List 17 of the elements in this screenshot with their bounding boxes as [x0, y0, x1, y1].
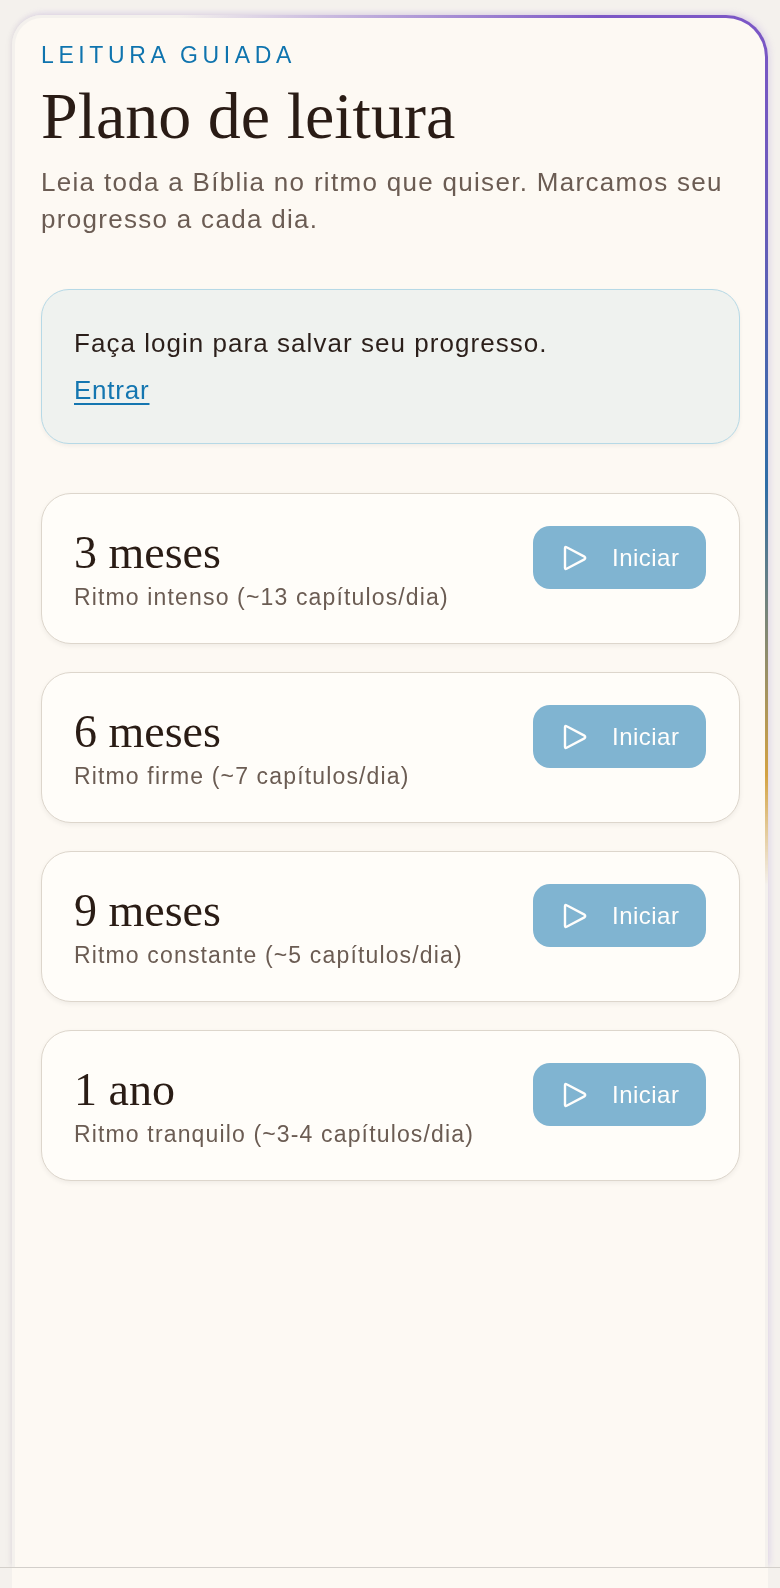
page-title: Plano de leitura	[41, 80, 456, 152]
plan-title: 3 meses	[74, 527, 221, 579]
play-icon	[562, 1081, 587, 1108]
plan-description: Ritmo constante (~5 capítulos/dia)	[74, 941, 463, 970]
page-subtitle: Leia toda a Bíblia no ritmo que quiser. Marcamos seu progresso a cada dia.	[41, 166, 724, 236]
plan-title: 1 ano	[74, 1064, 175, 1116]
section-eyebrow: LEITURA GUIADA	[41, 41, 296, 69]
play-icon	[562, 902, 587, 929]
play-icon	[562, 723, 587, 750]
play-icon	[562, 544, 587, 571]
login-message: Faça login para salvar seu progresso.	[74, 328, 548, 358]
plan-title: 9 meses	[74, 885, 221, 937]
plan-description: Ritmo intenso (~13 capítulos/dia)	[74, 583, 449, 612]
plan-title: 6 meses	[74, 706, 221, 758]
login-link[interactable]: Entrar	[74, 375, 150, 405]
plan-description: Ritmo tranquilo (~3-4 capítulos/dia)	[74, 1120, 474, 1149]
plan-description: Ritmo firme (~7 capítulos/dia)	[74, 762, 410, 791]
